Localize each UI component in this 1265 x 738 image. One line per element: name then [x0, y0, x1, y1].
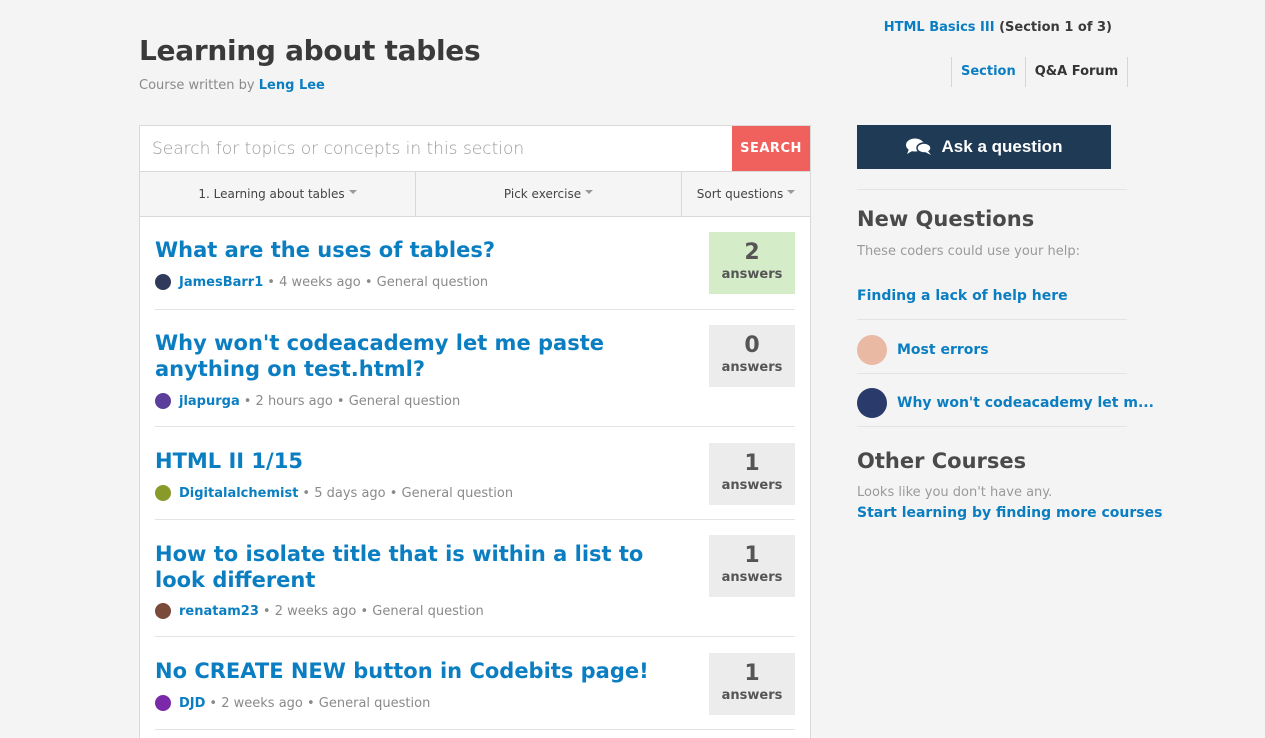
search-bar: SEARCH [140, 126, 810, 172]
question-author-link[interactable]: renatam23 [179, 604, 259, 619]
question-item: HTML II 1/15 Digitalalchemist • 5 days a… [155, 427, 795, 520]
question-item: How to isolate title that is within a li… [155, 520, 795, 637]
new-question-link[interactable]: Finding a lack of help here [857, 288, 1068, 304]
question-author-link[interactable]: DJD [179, 696, 205, 711]
section-filter-label: 1. Learning about tables [198, 187, 345, 201]
answer-count: 1 [744, 543, 760, 568]
question-item: What are the uses of tables? JamesBarr1 … [155, 217, 795, 310]
chevron-down-icon [348, 190, 357, 194]
user-avatar[interactable] [155, 485, 171, 501]
search-button[interactable]: SEARCH [732, 126, 810, 171]
new-questions-subtitle: These coders could use your help: [857, 244, 1081, 259]
user-avatar [857, 335, 887, 365]
other-courses-subtitle: Looks like you don't have any. [857, 485, 1053, 500]
question-item: Why won't codeacademy let me paste anyth… [155, 310, 795, 427]
byline: Course written by Leng Lee [139, 78, 325, 93]
answer-count-label: answers [721, 570, 783, 585]
user-avatar[interactable] [155, 393, 171, 409]
course-breadcrumb: HTML Basics III (Section 1 of 3) [884, 20, 1112, 35]
questions-panel: SEARCH 1. Learning about tables Pick exe… [139, 125, 811, 738]
divider [857, 189, 1127, 190]
question-title[interactable]: Why won't codeacademy let me paste anyth… [155, 330, 685, 382]
question-meta: jlapurga • 2 hours ago • General questio… [155, 393, 460, 409]
answer-count-badge: 0 answers [709, 325, 795, 387]
divider [857, 319, 1127, 320]
new-question-item[interactable]: Most errors [857, 335, 989, 365]
search-input[interactable] [140, 126, 732, 171]
question-meta-text: • 5 days ago • General question [302, 485, 514, 501]
question-meta-text: • 4 weeks ago • General question [267, 274, 489, 290]
exercise-filter-dropdown[interactable]: Pick exercise [416, 172, 682, 216]
question-title[interactable]: HTML II 1/15 [155, 448, 685, 474]
course-link[interactable]: HTML Basics III [884, 20, 995, 35]
new-question-item[interactable]: Why won't codeacademy let m... [857, 388, 1154, 418]
question-meta-text: • 2 weeks ago • General question [209, 695, 431, 711]
question-title[interactable]: No CREATE NEW button in Codebits page! [155, 658, 685, 684]
question-author-link[interactable]: jlapurga [179, 394, 240, 409]
divider [857, 426, 1127, 427]
tab-section[interactable]: Section [952, 57, 1026, 87]
answer-count: 0 [744, 333, 760, 358]
divider [857, 373, 1127, 374]
question-meta: Digitalalchemist • 5 days ago • General … [155, 485, 513, 501]
filter-bar: 1. Learning about tables Pick exercise S… [140, 172, 810, 217]
question-title[interactable]: How to isolate title that is within a li… [155, 541, 685, 593]
answer-count: 1 [744, 451, 760, 476]
question-item: No CREATE NEW button in Codebits page! D… [155, 637, 795, 730]
answer-count: 2 [744, 240, 760, 265]
answer-count-badge: 1 answers [709, 443, 795, 505]
answer-count-badge: 1 answers [709, 653, 795, 715]
new-questions-heading: New Questions [857, 207, 1035, 231]
ask-question-label: Ask a question [941, 137, 1063, 156]
answer-count-label: answers [721, 478, 783, 493]
find-courses-link[interactable]: Start learning by finding more courses [857, 505, 1162, 521]
user-avatar[interactable] [155, 274, 171, 290]
question-list: What are the uses of tables? JamesBarr1 … [140, 217, 810, 730]
question-author-link[interactable]: Digitalalchemist [179, 486, 298, 501]
new-question-link[interactable]: Most errors [897, 342, 989, 358]
section-filter-dropdown[interactable]: 1. Learning about tables [140, 172, 416, 216]
question-meta: renatam23 • 2 weeks ago • General questi… [155, 603, 484, 619]
answer-count-badge: 1 answers [709, 535, 795, 597]
chat-bubbles-icon [905, 138, 932, 156]
question-meta: JamesBarr1 • 4 weeks ago • General quest… [155, 274, 488, 290]
author-link[interactable]: Leng Lee [259, 78, 325, 93]
user-avatar[interactable] [155, 695, 171, 711]
tab-qa-forum[interactable]: Q&A Forum [1026, 57, 1129, 87]
chevron-down-icon [585, 190, 594, 194]
other-courses-heading: Other Courses [857, 449, 1027, 473]
user-avatar[interactable] [155, 603, 171, 619]
sort-questions-dropdown[interactable]: Sort questions [682, 172, 810, 216]
question-meta-text: • 2 hours ago • General question [243, 393, 461, 409]
question-meta: DJD • 2 weeks ago • General question [155, 695, 430, 711]
chevron-down-icon [787, 190, 796, 194]
answer-count-badge: 2 answers [709, 232, 795, 294]
sort-filter-label: Sort questions [696, 187, 784, 201]
answer-count: 1 [744, 661, 760, 686]
view-tabs: Section Q&A Forum [951, 57, 1129, 87]
exercise-filter-label: Pick exercise [503, 187, 582, 201]
answer-count-label: answers [721, 360, 783, 375]
question-title[interactable]: What are the uses of tables? [155, 237, 685, 263]
byline-prefix: Course written by [139, 78, 255, 93]
user-avatar [857, 388, 887, 418]
question-author-link[interactable]: JamesBarr1 [179, 275, 263, 290]
course-section-indicator: (Section 1 of 3) [999, 20, 1112, 35]
ask-question-button[interactable]: Ask a question [857, 125, 1111, 169]
question-meta-text: • 2 weeks ago • General question [262, 603, 484, 619]
page-title: Learning about tables [139, 34, 481, 67]
answer-count-label: answers [721, 267, 783, 282]
answer-count-label: answers [721, 688, 783, 703]
new-question-link[interactable]: Why won't codeacademy let m... [897, 395, 1154, 411]
